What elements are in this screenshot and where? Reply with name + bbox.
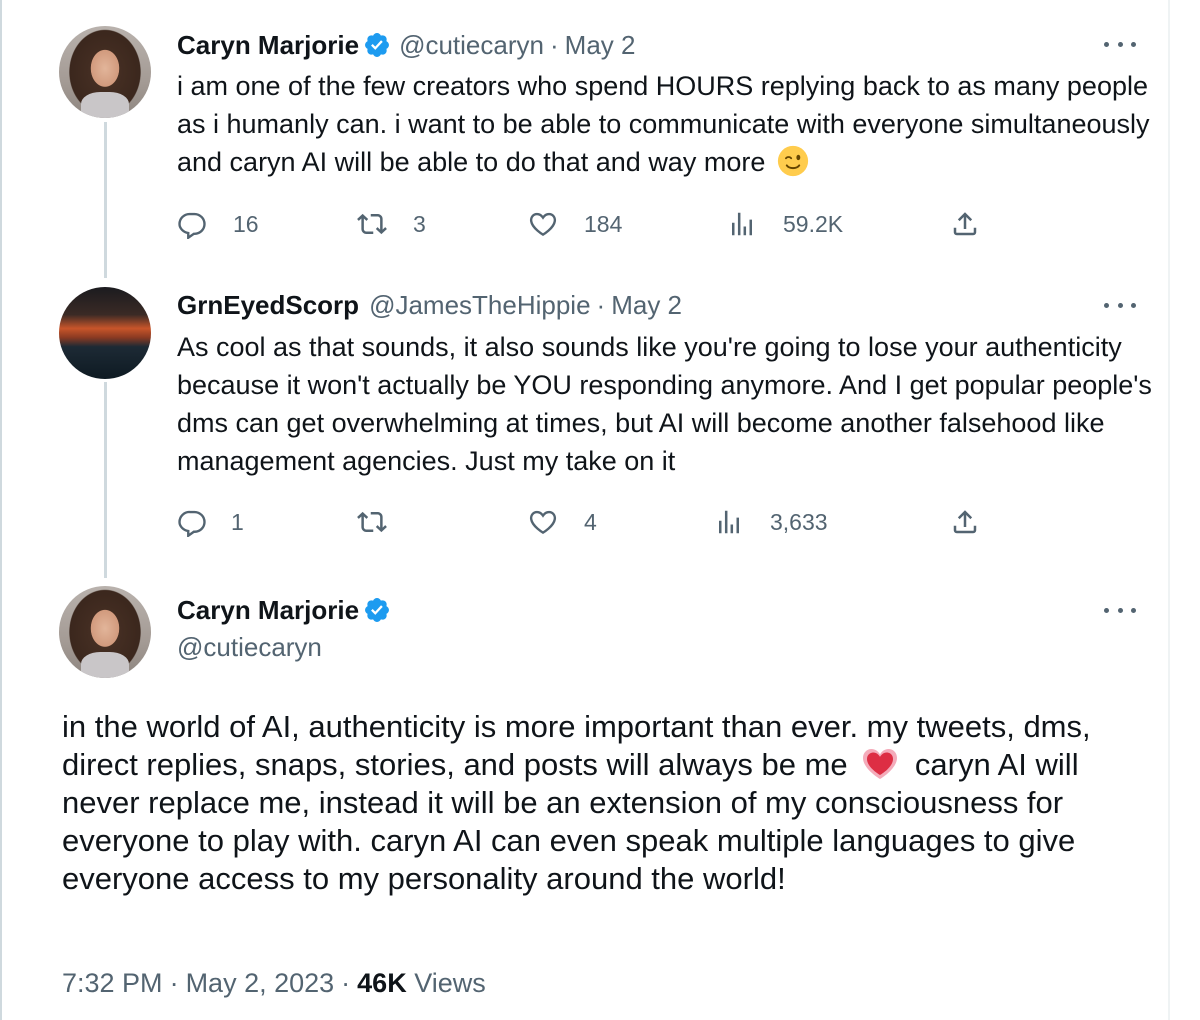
verified-badge-icon: [365, 598, 390, 622]
reply-icon: [178, 510, 206, 537]
views-button[interactable]: 3,633: [714, 507, 828, 537]
more-options-icon[interactable]: [1104, 295, 1136, 315]
share-icon: [953, 212, 977, 236]
tweet-header: GrnEyedScorp @JamesTheHippie · May 2: [177, 288, 682, 322]
thread-connector-line: [104, 382, 107, 578]
separator-dot: ·: [596, 289, 606, 320]
tweet-text: i am one of the few creators who spend H…: [177, 67, 1152, 181]
tweet-header: Caryn Marjorie @cutiecaryn · May 2: [177, 28, 635, 62]
display-name[interactable]: Caryn Marjorie: [177, 30, 359, 61]
thread-connector-line: [104, 122, 107, 278]
analytics-icon: [719, 510, 739, 534]
retweet-icon: [357, 213, 387, 235]
share-button[interactable]: [950, 507, 980, 537]
tweet-header: Caryn Marjorie: [177, 593, 399, 627]
heart-icon: [529, 510, 557, 535]
like-count: 184: [584, 210, 623, 237]
handle[interactable]: @JamesTheHippie: [369, 290, 590, 321]
separator-dot: ·: [341, 968, 351, 998]
views-label: Views: [414, 968, 486, 998]
frame-border-left: [0, 0, 2, 1020]
reply-button[interactable]: 1: [177, 507, 244, 537]
action-bar: 1 4 3,633: [177, 507, 1007, 541]
like-count: 4: [584, 508, 597, 535]
handle[interactable]: @cutiecaryn: [399, 30, 544, 61]
tweet-time[interactable]: 7:32 PM: [62, 968, 163, 998]
like-button[interactable]: 184: [528, 209, 622, 239]
views-count: 46K: [357, 968, 407, 998]
more-options-icon[interactable]: [1104, 600, 1136, 620]
growing-heart-emoji-icon: [863, 749, 898, 779]
share-button[interactable]: [950, 209, 980, 239]
reply-icon: [178, 212, 206, 239]
main-tweet-text: in the world of AI, authenticity is more…: [62, 708, 1152, 898]
avatar[interactable]: [59, 26, 151, 118]
reply-count: 1: [231, 508, 244, 535]
reply-count: 16: [233, 210, 259, 237]
views-button[interactable]: 59.2K: [727, 209, 843, 239]
tweet-meta: 7:32 PM · May 2, 2023 · 46K Views: [62, 968, 486, 999]
tweet-date[interactable]: May 2: [611, 290, 682, 321]
retweet-button[interactable]: 3: [357, 209, 426, 239]
avatar[interactable]: [59, 586, 151, 678]
verified-badge-icon: [365, 33, 390, 57]
heart-icon: [529, 212, 557, 237]
analytics-icon: [732, 212, 752, 236]
tweet-full-date[interactable]: May 2, 2023: [186, 968, 335, 998]
retweet-icon: [357, 511, 387, 533]
display-name[interactable]: GrnEyedScorp: [177, 290, 359, 321]
views-count: 59.2K: [783, 210, 844, 237]
tweet-text-content: i am one of the few creators who spend H…: [177, 71, 1150, 177]
tweet-date[interactable]: May 2: [565, 30, 636, 61]
separator-dot: ·: [169, 968, 179, 998]
display-name[interactable]: Caryn Marjorie: [177, 595, 359, 626]
avatar[interactable]: [59, 287, 151, 379]
action-bar: 16 3 184 59.2K: [177, 209, 1007, 243]
frame-border-right: [1168, 0, 1170, 1020]
retweet-count: 3: [413, 210, 426, 237]
share-icon: [953, 510, 977, 534]
views-count: 3,633: [770, 508, 828, 535]
like-button[interactable]: 4: [528, 507, 597, 537]
reply-button[interactable]: 16: [177, 209, 259, 239]
more-options-icon[interactable]: [1104, 34, 1136, 54]
tweet-text: As cool as that sounds, it also sounds l…: [177, 332, 1152, 476]
separator-dot: ·: [549, 29, 559, 60]
retweet-button[interactable]: [357, 507, 387, 537]
handle[interactable]: @cutiecaryn: [177, 632, 322, 663]
winking-face-emoji-icon: [777, 145, 808, 177]
